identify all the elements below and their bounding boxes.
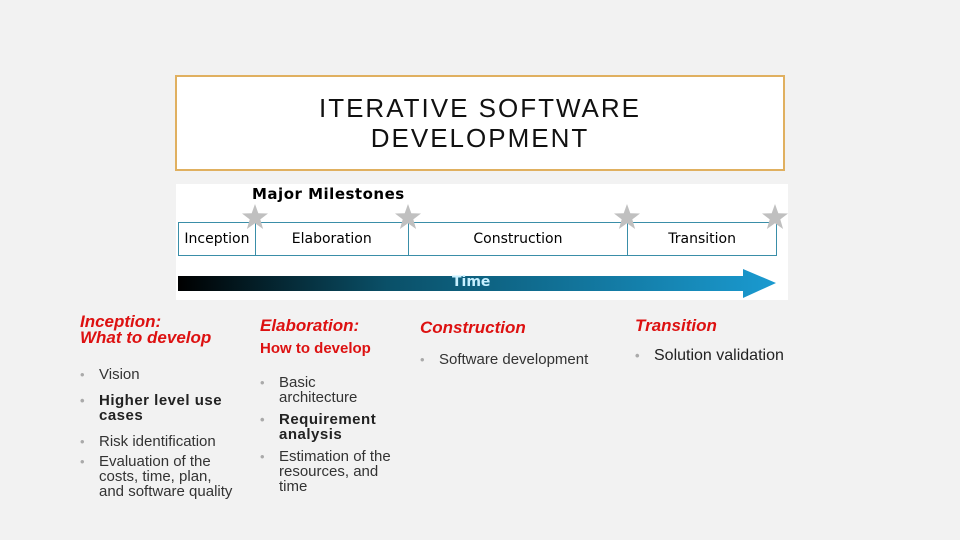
list-item: Estimation of the resources, and time [260, 449, 400, 494]
phase-elaboration: Elaboration [256, 223, 409, 255]
list-item: Basic architecture [260, 375, 400, 405]
list-item: Higher level use cases [80, 393, 250, 423]
diagram-heading: Major Milestones [252, 185, 405, 203]
transition-list: Solution validation [635, 348, 835, 364]
milestone-star-icon [614, 204, 640, 229]
title-line-1: ITERATIVE SOFTWARE [318, 93, 641, 123]
elaboration-list: Basic architecture Requirement analysis … [260, 375, 400, 494]
list-item: Solution validation [635, 348, 835, 364]
list-item: Software development [420, 352, 620, 367]
column-construction: Construction Software development [420, 318, 620, 378]
title-line-2: DEVELOPMENT [370, 123, 590, 153]
list-item: Requirement analysis [260, 412, 400, 442]
column-elaboration: Elaboration: How to develop Basic archit… [260, 316, 400, 505]
column-transition: Transition Solution validation [635, 316, 835, 374]
milestones-diagram: Major Milestones Inception Elaboration C… [176, 184, 788, 300]
phase-construction: Construction [409, 223, 629, 255]
column-inception: Inception: What to develop Vision Higher… [80, 313, 250, 510]
column-heading: Transition [635, 316, 717, 335]
milestone-star-icon [242, 204, 268, 229]
milestone-star-icon [762, 204, 788, 229]
column-heading: Construction [420, 318, 526, 337]
phase-transition: Transition [668, 231, 736, 247]
milestone-star-icon [395, 204, 421, 229]
list-item: Evaluation of the costs, time, plan, and… [80, 454, 250, 499]
inception-list: Vision Higher level use cases Risk ident… [80, 367, 250, 499]
slide-title-box: ITERATIVE SOFTWARE DEVELOPMENT [175, 75, 785, 171]
list-item: Risk identification [80, 434, 250, 449]
time-label: Time [452, 274, 491, 290]
construction-list: Software development [420, 352, 620, 367]
column-heading-line2: What to develop [80, 328, 212, 347]
column-heading: Elaboration: [260, 316, 360, 335]
list-item: Vision [80, 367, 250, 382]
column-subheading: How to develop [260, 340, 371, 357]
